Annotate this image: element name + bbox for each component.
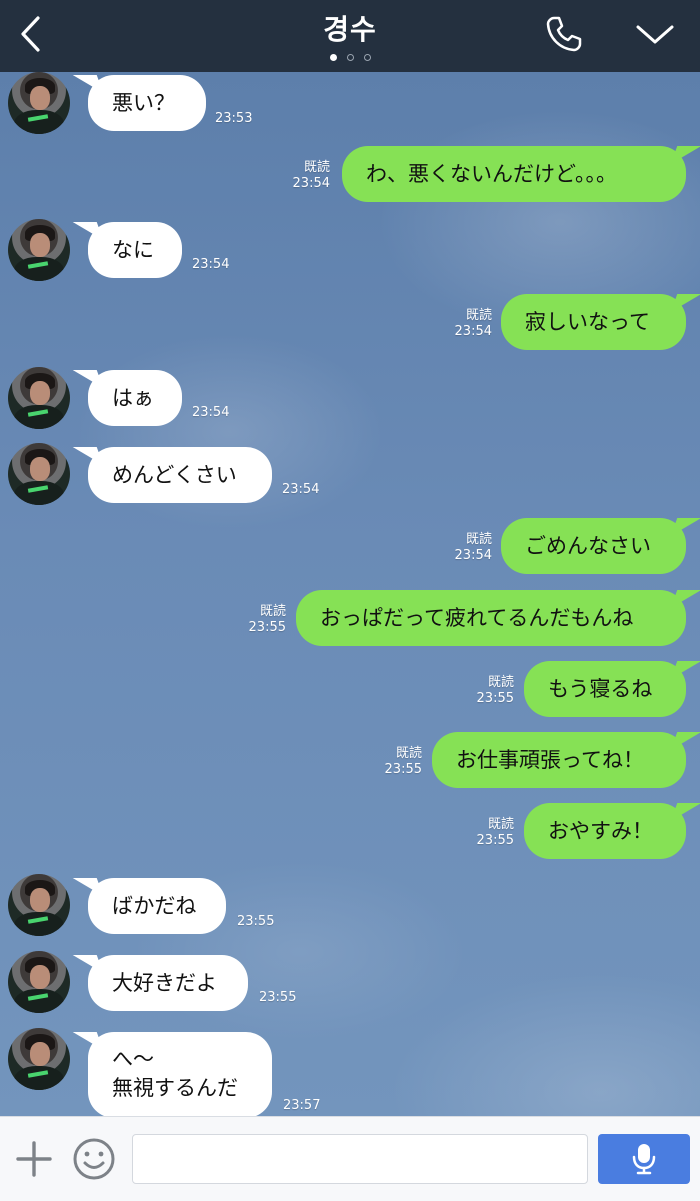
message-time: 23:55 (384, 762, 422, 777)
read-receipt: 既読 (487, 675, 514, 690)
microphone-icon (632, 1144, 656, 1175)
message-bubble: もう寝るね (524, 661, 700, 717)
message-time: 23:55 (259, 990, 297, 1005)
message-text: 大好きだよ (112, 971, 217, 995)
message-time: 23:54 (192, 405, 230, 420)
message-input[interactable] (132, 1134, 588, 1184)
chevron-left-icon (21, 16, 40, 52)
read-receipt: 既読 (487, 817, 514, 832)
avatar[interactable] (8, 443, 70, 505)
message-meta: 既読 23:55 (238, 604, 286, 636)
message-bubble: お仕事頑張ってね！ (432, 732, 700, 788)
avatar[interactable] (8, 72, 70, 134)
message-text: ごめんなさい (525, 534, 651, 558)
message-bubble: めんどくさい (72, 447, 272, 503)
message-text: おっぱだって疲れてるんだもんね (320, 606, 634, 630)
message-meta: 23:53 (215, 111, 252, 127)
message-meta: 23:55 (259, 990, 296, 1006)
message-time: 23:54 (454, 324, 492, 339)
message-meta: 23:54 (282, 482, 319, 498)
read-receipt: 既読 (395, 746, 422, 761)
message-meta: 既読 23:54 (444, 532, 492, 564)
call-button[interactable] (540, 10, 588, 58)
message-time: 23:54 (192, 257, 230, 272)
page-dot (346, 53, 354, 61)
page-indicator (320, 52, 380, 62)
message-bubble: おっぱだって疲れてるんだもんね (296, 590, 700, 646)
message-bubble: おやすみ！ (524, 803, 700, 859)
message-time: 23:54 (292, 176, 330, 191)
message-text: お仕事頑張ってね！ (456, 748, 644, 772)
chat-area[interactable]: 悪い？ 23:53 既読 23:54 わ、悪くないんだけど。。。 なに 23:5… (0, 72, 700, 1116)
message-text: わ、悪くないんだけど。。。 (366, 162, 617, 186)
message-text: めんどくさい (112, 463, 237, 487)
read-receipt: 既読 (465, 308, 492, 323)
message-bubble: 寂しいなって (501, 294, 700, 350)
message-bubble: わ、悪くないんだけど。。。 (342, 146, 700, 202)
message-bubble: 大好きだよ (72, 955, 248, 1011)
voice-input-button[interactable] (598, 1134, 690, 1184)
message-meta: 既読 23:54 (282, 160, 330, 192)
message-text: もう寝るね (548, 677, 653, 701)
smiley-icon (73, 1138, 115, 1180)
read-receipt: 既読 (303, 160, 330, 175)
message-text: なに (112, 238, 154, 262)
message-meta: 23:57 (283, 1098, 320, 1114)
message-text: おやすみ！ (548, 819, 653, 843)
avatar[interactable] (8, 951, 70, 1013)
message-meta: 既読 23:55 (466, 675, 514, 707)
message-time: 23:54 (282, 482, 320, 497)
avatar[interactable] (8, 219, 70, 281)
message-text: はぁ (112, 386, 154, 410)
read-receipt: 既読 (259, 604, 286, 619)
message-meta: 既読 23:55 (466, 817, 514, 849)
message-bubble: はぁ (72, 370, 182, 426)
message-meta: 既読 23:54 (444, 308, 492, 340)
read-receipt: 既読 (465, 532, 492, 547)
message-time: 23:53 (215, 111, 253, 126)
menu-button[interactable] (630, 12, 680, 56)
message-text: 寂しいなって (525, 310, 650, 334)
message-bubble: ばかだね (72, 878, 226, 934)
add-attachment-button[interactable] (10, 1135, 58, 1183)
page-dot-active (329, 53, 337, 61)
message-time: 23:54 (454, 548, 492, 563)
message-time: 23:55 (237, 914, 275, 929)
chat-header: 경수 (0, 0, 700, 72)
message-meta: 既読 23:55 (374, 746, 422, 778)
message-bubble: 悪い？ (72, 75, 206, 131)
message-time: 23:55 (248, 620, 286, 635)
chevron-down-icon (636, 25, 674, 44)
message-time: 23:55 (476, 691, 514, 706)
avatar[interactable] (8, 367, 70, 429)
message-meta: 23:54 (192, 405, 229, 421)
message-meta: 23:55 (237, 914, 274, 930)
message-composer (0, 1116, 700, 1201)
message-text: 悪い？ (112, 91, 175, 115)
plus-icon (16, 1141, 52, 1177)
back-button[interactable] (8, 8, 52, 60)
message-bubble: ごめんなさい (501, 518, 700, 574)
message-text: ばかだね (112, 894, 197, 918)
message-text: へ〜 無視するんだ (112, 1047, 238, 1100)
message-bubble: なに (72, 222, 182, 278)
message-time: 23:57 (283, 1098, 321, 1113)
chat-title: 경수 (323, 13, 377, 46)
avatar[interactable] (8, 874, 70, 936)
avatar[interactable] (8, 1028, 70, 1090)
emoji-button[interactable] (70, 1135, 118, 1183)
page-dot (363, 53, 371, 61)
phone-icon (546, 16, 582, 52)
message-time: 23:55 (476, 833, 514, 848)
message-meta: 23:54 (192, 257, 229, 273)
message-bubble: へ〜 無視するんだ (72, 1032, 272, 1116)
